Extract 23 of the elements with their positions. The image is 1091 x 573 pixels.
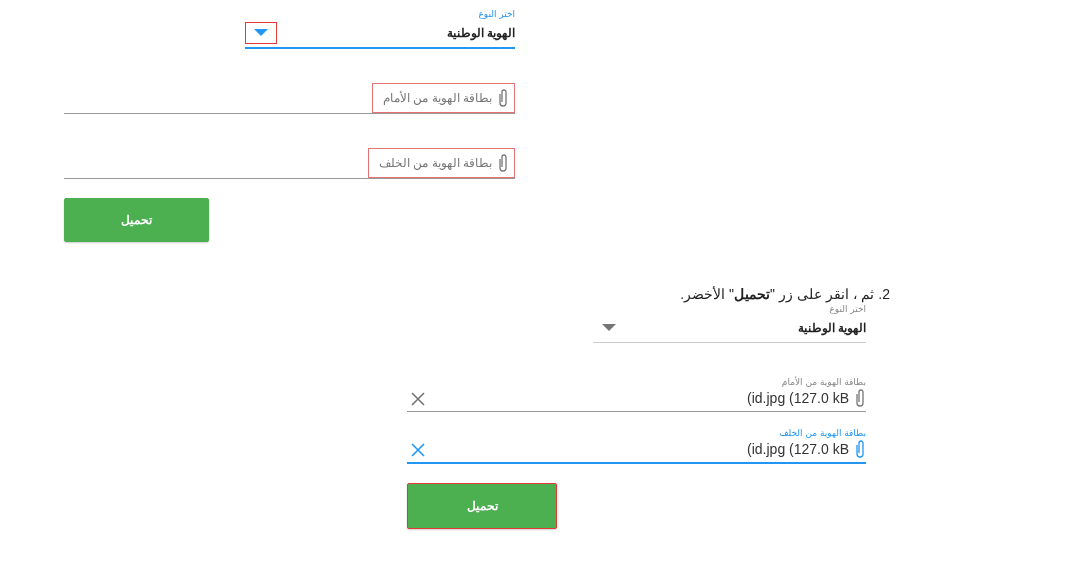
type-select[interactable]: اختر النوع الهوية الوطنية <box>593 304 866 343</box>
select-value: الهوية الوطنية <box>797 321 866 335</box>
file-name: (id.jpg (127.0 kB <box>747 390 849 406</box>
select-label: اختر النوع <box>477 9 515 19</box>
close-icon <box>411 392 425 406</box>
file-name: (id.jpg (127.0 kB <box>747 441 849 457</box>
paperclip-icon <box>498 153 508 173</box>
file-field[interactable]: بطاقة الهوية من الخلف <box>64 148 515 179</box>
paperclip-icon <box>855 439 865 459</box>
placeholder-text: بطاقة الهوية من الأمام <box>383 91 492 105</box>
placeholder-text: بطاقة الهوية من الخلف <box>379 156 492 170</box>
file-field[interactable]: بطاقة الهوية من الأمام <box>64 83 515 114</box>
instruction-text: 2. ثم ، انقر على زر "تحميل" الأخضر. <box>679 286 890 302</box>
type-select[interactable]: اختر النوع الهوية الوطنية <box>245 9 515 49</box>
paperclip-icon <box>855 388 865 408</box>
select-label: اختر النوع <box>828 304 866 314</box>
paperclip-icon <box>498 88 508 108</box>
select-value: الهوية الوطنية <box>446 26 515 40</box>
caret-icon <box>254 29 268 37</box>
caret-icon <box>602 324 616 332</box>
field-label: بطاقة الهوية من الأمام <box>780 377 866 387</box>
close-icon <box>411 443 425 457</box>
field-label: بطاقة الهوية من الخلف <box>778 428 866 438</box>
